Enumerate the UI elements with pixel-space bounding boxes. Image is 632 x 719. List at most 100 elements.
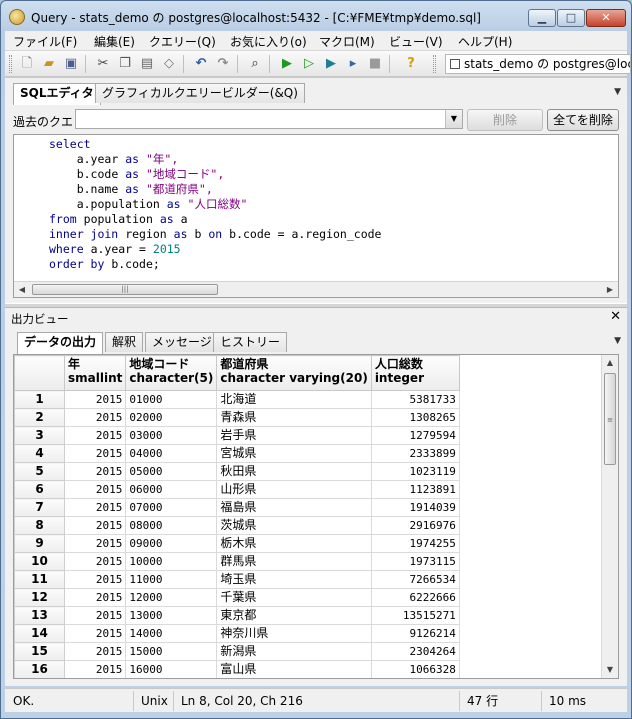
region-code-cell[interactable]: 08000 xyxy=(125,516,218,535)
prefecture-cell[interactable]: 神奈川県 xyxy=(216,624,372,643)
row-number-cell[interactable]: 1 xyxy=(14,390,65,409)
row-number-cell[interactable]: 14 xyxy=(14,624,65,643)
prefecture-cell[interactable]: 栃木県 xyxy=(216,534,372,553)
scrollbar-thumb[interactable]: ≡ xyxy=(604,373,616,465)
table-row[interactable]: 6 2015 06000 山形県 1123891 xyxy=(14,480,460,499)
delete-button[interactable]: 削除 xyxy=(467,109,543,131)
population-cell[interactable]: 2916976 xyxy=(370,516,460,535)
prefecture-cell[interactable]: 福島県 xyxy=(216,498,372,517)
execute-icon[interactable]: ▶ xyxy=(277,54,297,74)
table-row[interactable]: 12 2015 12000 千葉県 6222666 xyxy=(14,588,460,607)
find-icon[interactable]: ⌕ xyxy=(245,54,265,74)
table-row[interactable]: 14 2015 14000 神奈川県 9126214 xyxy=(14,624,460,643)
table-row[interactable]: 3 2015 03000 岩手県 1279594 xyxy=(14,426,460,445)
population-cell[interactable]: 2333899 xyxy=(370,444,460,463)
open-folder-icon[interactable]: ▰ xyxy=(39,54,59,74)
year-cell[interactable]: 2015 xyxy=(63,642,127,661)
population-cell[interactable]: 1308265 xyxy=(370,408,460,427)
table-row[interactable]: 16 2015 16000 富山県 1066328 xyxy=(14,660,460,678)
redo-icon[interactable]: ↷ xyxy=(213,54,233,74)
region-code-cell[interactable]: 12000 xyxy=(125,588,218,607)
table-row[interactable]: 5 2015 05000 秋田県 1023119 xyxy=(14,462,460,481)
table-row[interactable]: 9 2015 09000 栃木県 1974255 xyxy=(14,534,460,553)
database-selector[interactable]: stats_demo の postgres@localhost:5432 xyxy=(445,54,631,74)
year-cell[interactable]: 2015 xyxy=(63,624,127,643)
region-code-cell[interactable]: 16000 xyxy=(125,660,218,678)
maximize-button[interactable]: □ xyxy=(557,9,585,27)
menu-query[interactable]: クエリー(Q) xyxy=(149,33,216,50)
year-cell[interactable]: 2015 xyxy=(63,408,127,427)
close-button[interactable]: ✕ xyxy=(586,9,626,27)
row-number-cell[interactable]: 10 xyxy=(14,552,65,571)
copy-icon[interactable]: ❐ xyxy=(115,54,135,74)
grid-vertical-scrollbar[interactable]: ▲ ≡ ▼ xyxy=(601,355,618,678)
cut-icon[interactable]: ✂ xyxy=(93,54,113,74)
year-cell[interactable]: 2015 xyxy=(63,606,127,625)
column-header[interactable]: 人口総数 integer xyxy=(370,355,460,391)
save-icon[interactable]: ▣ xyxy=(61,54,81,74)
table-row[interactable]: 1 2015 01000 北海道 5381733 xyxy=(14,390,460,409)
population-cell[interactable]: 2304264 xyxy=(370,642,460,661)
row-number-cell[interactable]: 5 xyxy=(14,462,65,481)
menu-file[interactable]: ファイル(F) xyxy=(13,33,77,50)
year-cell[interactable]: 2015 xyxy=(63,426,127,445)
table-row[interactable]: 11 2015 11000 埼玉県 7266534 xyxy=(14,570,460,589)
table-row[interactable]: 15 2015 15000 新潟県 2304264 xyxy=(14,642,460,661)
tab-data-output[interactable]: データの出力 xyxy=(17,332,104,354)
chevron-down-icon[interactable]: ▼ xyxy=(445,110,462,128)
undo-icon[interactable]: ↶ xyxy=(191,54,211,74)
scroll-down-icon[interactable]: ▼ xyxy=(602,662,618,678)
population-cell[interactable]: 1066328 xyxy=(370,660,460,678)
region-code-cell[interactable]: 07000 xyxy=(125,498,218,517)
editor-horizontal-scrollbar[interactable]: ◀ ||| ▶ xyxy=(14,281,618,297)
sql-code[interactable]: select a.year as "年", b.code as "地域コード",… xyxy=(49,137,381,272)
menu-help[interactable]: ヘルプ(H) xyxy=(458,33,512,50)
row-number-cell[interactable]: 2 xyxy=(14,408,65,427)
prefecture-cell[interactable]: 富山県 xyxy=(216,660,372,678)
region-code-cell[interactable]: 14000 xyxy=(125,624,218,643)
tab-explain[interactable]: 解釈 xyxy=(105,332,144,352)
table-row[interactable]: 4 2015 04000 宮城県 2333899 xyxy=(14,444,460,463)
region-code-cell[interactable]: 09000 xyxy=(125,534,218,553)
prefecture-cell[interactable]: 宮城県 xyxy=(216,444,372,463)
population-cell[interactable]: 1123891 xyxy=(370,480,460,499)
data-output-grid[interactable]: 年 smallint 地域コード character(5) 都道府県 characte… xyxy=(13,354,619,679)
prefecture-cell[interactable]: 東京都 xyxy=(216,606,372,625)
history-select[interactable]: ▼ xyxy=(75,109,463,129)
title-bar[interactable]: Query - stats_demo の postgres@localhost:… xyxy=(1,1,631,31)
region-code-cell[interactable]: 01000 xyxy=(125,390,218,409)
tab-history[interactable]: ヒストリー xyxy=(213,332,288,352)
menu-edit[interactable]: 編集(E) xyxy=(94,33,135,50)
row-number-cell[interactable]: 6 xyxy=(14,480,65,499)
population-cell[interactable]: 1023119 xyxy=(370,462,460,481)
region-code-cell[interactable]: 05000 xyxy=(125,462,218,481)
year-cell[interactable]: 2015 xyxy=(63,498,127,517)
region-code-cell[interactable]: 11000 xyxy=(125,570,218,589)
prefecture-cell[interactable]: 埼玉県 xyxy=(216,570,372,589)
year-cell[interactable]: 2015 xyxy=(63,444,127,463)
year-cell[interactable]: 2015 xyxy=(63,588,127,607)
toolbar-grip[interactable] xyxy=(433,55,436,73)
help-icon[interactable]: ? xyxy=(401,54,421,74)
table-row[interactable]: 8 2015 08000 茨城県 2916976 xyxy=(14,516,460,535)
region-code-cell[interactable]: 06000 xyxy=(125,480,218,499)
year-cell[interactable]: 2015 xyxy=(63,516,127,535)
tab-messages[interactable]: メッセージ xyxy=(145,332,219,352)
menu-view[interactable]: ビュー(V) xyxy=(389,33,443,50)
row-number-cell[interactable]: 11 xyxy=(14,570,65,589)
prefecture-cell[interactable]: 秋田県 xyxy=(216,462,372,481)
population-cell[interactable]: 6222666 xyxy=(370,588,460,607)
row-number-cell[interactable]: 4 xyxy=(14,444,65,463)
prefecture-cell[interactable]: 千葉県 xyxy=(216,588,372,607)
scroll-up-icon[interactable]: ▲ xyxy=(602,355,618,371)
row-number-cell[interactable]: 9 xyxy=(14,534,65,553)
prefecture-cell[interactable]: 山形県 xyxy=(216,480,372,499)
prefecture-cell[interactable]: 群馬県 xyxy=(216,552,372,571)
region-code-cell[interactable]: 03000 xyxy=(125,426,218,445)
population-cell[interactable]: 7266534 xyxy=(370,570,460,589)
row-number-header[interactable] xyxy=(14,355,65,391)
population-cell[interactable]: 1914039 xyxy=(370,498,460,517)
population-cell[interactable]: 9126214 xyxy=(370,624,460,643)
region-code-cell[interactable]: 13000 xyxy=(125,606,218,625)
year-cell[interactable]: 2015 xyxy=(63,660,127,678)
